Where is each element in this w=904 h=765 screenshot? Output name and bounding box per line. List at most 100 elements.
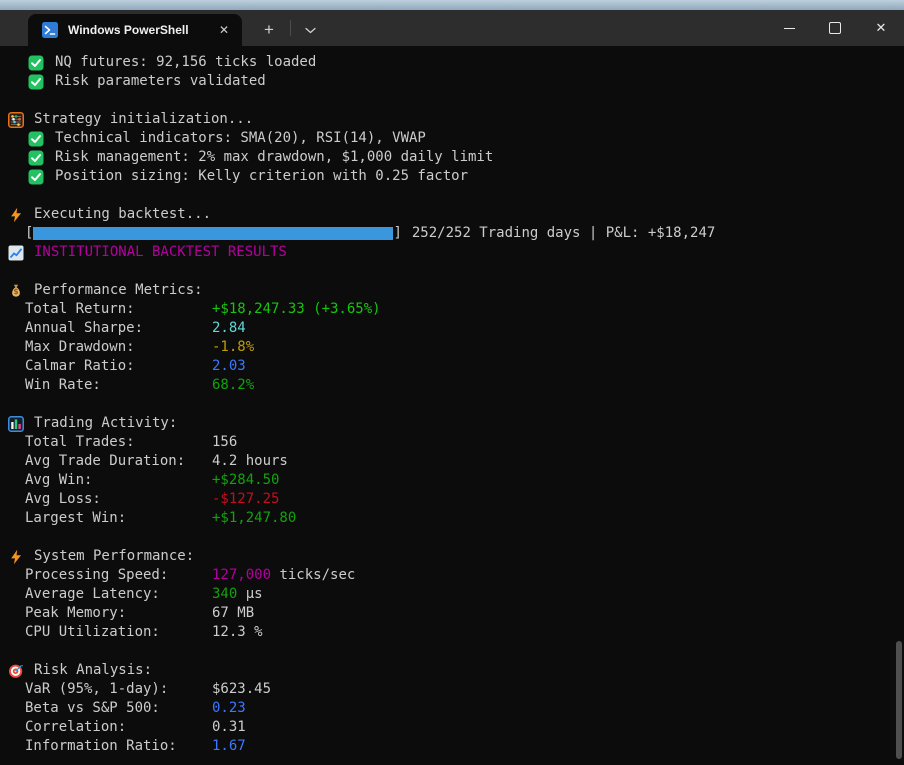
metric-label: Peak Memory: — [25, 604, 212, 623]
metric-label: Total Trades: — [25, 433, 212, 452]
metric-label: Average Latency: — [25, 585, 212, 604]
metric-label: Avg Win: — [25, 471, 212, 490]
maximize-icon — [829, 22, 841, 34]
metric-value: 127,000 — [212, 566, 271, 585]
lightning-icon — [8, 207, 26, 223]
metric-label: Processing Speed: — [25, 566, 212, 585]
metric-row: Annual Sharpe:2.84 — [8, 319, 904, 338]
metric-row: Peak Memory:67 MB — [8, 604, 904, 623]
section-header-backtest: Executing backtest... — [8, 205, 904, 224]
metric-value: 67 MB — [212, 604, 254, 623]
metric-suffix: µs — [237, 585, 262, 604]
metric-row: Processing Speed:127,000 ticks/sec — [8, 566, 904, 585]
metric-value: -$127.25 — [212, 490, 279, 509]
scrollbar[interactable] — [896, 641, 902, 759]
metric-label: Annual Sharpe: — [25, 319, 212, 338]
chart-increasing-icon — [8, 245, 26, 261]
metric-row: CPU Utilization:12.3 % — [8, 623, 904, 642]
metric-label: Avg Loss: — [25, 490, 212, 509]
close-icon: ✕ — [876, 20, 887, 36]
progress-line: []252/252 Trading days | P&L: +$18,247 — [8, 224, 904, 243]
blank-line — [8, 91, 904, 110]
powershell-icon — [42, 22, 58, 38]
log-line: Risk management: 2% max drawdown, $1,000… — [8, 148, 904, 167]
titlebar[interactable]: Windows PowerShell ✕ + ✕ — [0, 10, 904, 46]
log-text: Position sizing: Kelly criterion with 0.… — [55, 167, 468, 186]
metric-row: Largest Win:+$1,247.80 — [8, 509, 904, 528]
metric-value: 4.2 hours — [212, 452, 288, 471]
log-text: NQ futures: 92,156 ticks loaded — [55, 53, 316, 72]
check-icon — [28, 169, 44, 185]
check-icon — [28, 74, 44, 90]
metric-label: Largest Win: — [25, 509, 212, 528]
metric-value: 2.03 — [212, 357, 246, 376]
metric-row: Avg Trade Duration:4.2 hours — [8, 452, 904, 471]
metric-value: -1.8% — [212, 338, 254, 357]
metric-label: Beta vs S&P 500: — [25, 699, 212, 718]
terminal-content[interactable]: NQ futures: 92,156 ticks loaded Risk par… — [0, 46, 904, 756]
metric-value: 2.84 — [212, 319, 246, 338]
bar-chart-icon — [8, 416, 26, 432]
check-icon — [28, 131, 44, 147]
metric-label: Correlation: — [25, 718, 212, 737]
lightning-icon — [8, 549, 26, 565]
metric-row: Average Latency:340 µs — [8, 585, 904, 604]
log-line: NQ futures: 92,156 ticks loaded — [8, 53, 904, 72]
metric-row: Win Rate:68.2% — [8, 376, 904, 395]
blank-line — [8, 262, 904, 281]
metric-label: Max Drawdown: — [25, 338, 212, 357]
desktop-background-strip — [0, 0, 904, 10]
metric-value: 12.3 % — [212, 623, 263, 642]
section-title: Trading Activity: — [34, 414, 177, 433]
blank-line — [8, 642, 904, 661]
metric-label: CPU Utilization: — [25, 623, 212, 642]
target-icon — [8, 663, 26, 679]
section-title: Performance Metrics: — [34, 281, 203, 300]
minimize-icon — [784, 28, 795, 29]
log-text: Risk parameters validated — [55, 72, 266, 91]
metric-label: Information Ratio: — [25, 737, 212, 756]
tab-windows-powershell[interactable]: Windows PowerShell ✕ — [28, 14, 242, 46]
metric-row: Total Return:+$18,247.33 (+3.65%) — [8, 300, 904, 319]
metric-row: Avg Win:+$284.50 — [8, 471, 904, 490]
metric-value: $623.45 — [212, 680, 271, 699]
new-tab-button[interactable]: + — [252, 14, 286, 46]
titlebar-drag-area[interactable] — [325, 10, 766, 46]
check-icon — [28, 55, 44, 71]
minimize-button[interactable] — [766, 10, 812, 46]
metric-value: +$284.50 — [212, 471, 279, 490]
metric-row: Max Drawdown:-1.8% — [8, 338, 904, 357]
results-banner-text: INSTITUTIONAL BACKTEST RESULTS — [34, 243, 287, 262]
metric-row: Beta vs S&P 500:0.23 — [8, 699, 904, 718]
section-title: Risk Analysis: — [34, 661, 152, 680]
bracket-open: [ — [25, 224, 33, 243]
metric-row: Avg Loss:-$127.25 — [8, 490, 904, 509]
terminal-window: Windows PowerShell ✕ + ✕ NQ futures: 92,… — [0, 0, 904, 765]
metric-row: VaR (95%, 1-day):$623.45 — [8, 680, 904, 699]
section-header-system: System Performance: — [8, 547, 904, 566]
metric-value: 0.23 — [212, 699, 246, 718]
tab-separator — [290, 20, 291, 36]
close-button[interactable]: ✕ — [858, 10, 904, 46]
metric-row: Calmar Ratio:2.03 — [8, 357, 904, 376]
log-line: Position sizing: Kelly criterion with 0.… — [8, 167, 904, 186]
metric-value: 1.67 — [212, 737, 246, 756]
section-title: Strategy initialization... — [34, 110, 253, 129]
metric-suffix: ticks/sec — [271, 566, 355, 585]
section-header-risk: Risk Analysis: — [8, 661, 904, 680]
section-header-performance: $ Performance Metrics: — [8, 281, 904, 300]
results-banner-line: INSTITUTIONAL BACKTEST RESULTS — [8, 243, 904, 262]
tab-close-icon[interactable]: ✕ — [214, 21, 234, 39]
metric-value: +$18,247.33 (+3.65%) — [212, 300, 381, 319]
blank-line — [8, 395, 904, 414]
chevron-down-icon[interactable] — [295, 14, 325, 46]
maximize-button[interactable] — [812, 10, 858, 46]
abacus-icon — [8, 112, 26, 128]
section-header-strategy: Strategy initialization... — [8, 110, 904, 129]
metric-value: 68.2% — [212, 376, 254, 395]
metric-row: Information Ratio:1.67 — [8, 737, 904, 756]
log-line: Technical indicators: SMA(20), RSI(14), … — [8, 129, 904, 148]
metric-label: VaR (95%, 1-day): — [25, 680, 212, 699]
metric-value: 156 — [212, 433, 237, 452]
metric-value: 0.31 — [212, 718, 246, 737]
